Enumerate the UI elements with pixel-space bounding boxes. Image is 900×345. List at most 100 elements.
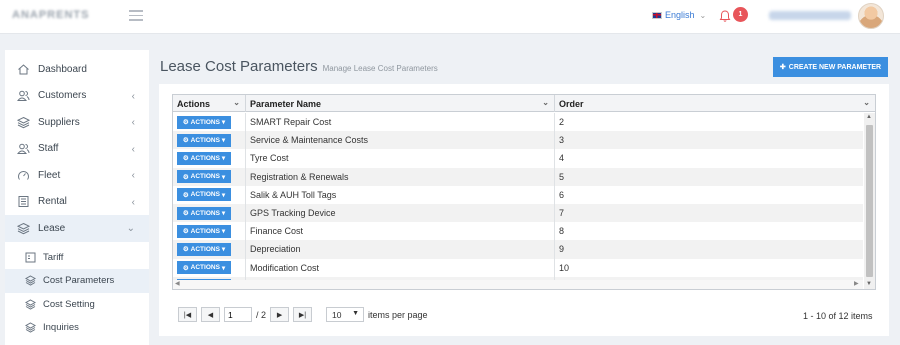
- chevron-left-icon: ‹: [131, 117, 135, 128]
- row-actions-button[interactable]: ⚙ACTIONS▾: [177, 133, 231, 147]
- table-row[interactable]: ⚙ ACTIONS ▾ Registration & Renewals 5: [173, 167, 863, 186]
- actions-cell: ⚙ACTIONS▾: [173, 258, 246, 277]
- row-actions-button[interactable]: ⚙ACTIONS▾: [177, 151, 231, 165]
- column-menu-icon[interactable]: ⌄: [542, 98, 549, 107]
- avatar[interactable]: [858, 3, 884, 29]
- sidebar-subitem-inquiries[interactable]: Inquiries: [5, 316, 149, 340]
- sidebar-subitem-tariff[interactable]: Tariff: [5, 246, 149, 270]
- uk-flag-icon: [652, 11, 662, 19]
- order-cell: 4: [559, 153, 565, 164]
- prev-page-button[interactable]: ◀: [201, 307, 220, 322]
- sidebar-item-staff[interactable]: Staff ‹: [5, 136, 149, 163]
- gear-icon: ⚙: [182, 137, 189, 145]
- table-row[interactable]: ⚙ ACTIONS ▾ Modification Cost 10: [173, 258, 863, 277]
- scroll-up-icon[interactable]: ▲: [866, 114, 872, 120]
- sidebar-item-dashboard[interactable]: Dashboard: [5, 56, 149, 83]
- parameter-name-cell: Service & Maintenance Costs: [246, 131, 555, 150]
- table-row[interactable]: ⚙ ACTIONS ▾ Depreciation 9: [173, 240, 863, 259]
- sidebar-item-suppliers[interactable]: Suppliers ‹: [5, 109, 149, 136]
- chevron-down-icon: ▼: [352, 310, 360, 317]
- app-logo[interactable]: ANAPRENTS: [12, 9, 88, 23]
- row-actions-button[interactable]: ⚙ACTIONS▾: [177, 170, 231, 184]
- column-menu-icon[interactable]: ⌄: [863, 98, 870, 107]
- page-number-input[interactable]: [224, 307, 252, 322]
- parameter-name-cell: Depreciation: [246, 240, 555, 259]
- last-page-button[interactable]: ▶|: [293, 307, 313, 322]
- pager: |◀ ◀ / 2 ▶ ▶| 10 ▼ items per page: [178, 307, 428, 322]
- order-cell: 9: [559, 244, 565, 255]
- sidebar-subitem-label: Tariff: [43, 251, 64, 263]
- column-menu-icon[interactable]: ⌄: [233, 98, 240, 107]
- sidebar-subitem-label: Cost Setting: [43, 298, 95, 310]
- page-header: Lease Cost Parameters Manage Lease Cost …: [160, 58, 438, 75]
- gear-icon: ⚙: [182, 191, 189, 199]
- sidebar-item-rental[interactable]: Rental ‹: [5, 189, 149, 216]
- layers-icon: [25, 322, 36, 333]
- create-new-parameter-button[interactable]: ✚ CREATE NEW PARAMETER: [773, 57, 888, 77]
- caret-down-icon: ▾: [221, 228, 226, 236]
- parameter-name-cell: Salik & AUH Toll Tags: [246, 185, 555, 204]
- order-cell: 5: [559, 171, 565, 182]
- table-row[interactable]: ⚙ ACTIONS ▾ Finance Cost 8: [173, 222, 863, 241]
- sidebar-item-customers[interactable]: Customers ‹: [5, 83, 149, 110]
- table-row[interactable]: ⚙ ACTIONS ▾ Tyre Cost 4: [173, 149, 863, 168]
- pager-info: 1 - 10 of 12 items: [803, 311, 873, 321]
- scrollbar-thumb[interactable]: [866, 125, 873, 277]
- row-actions-button[interactable]: ⚙ACTIONS▾: [177, 242, 231, 256]
- order-cell: 3: [559, 135, 565, 146]
- column-header-actions[interactable]: Actions ⌄: [173, 95, 246, 112]
- per-page-label: items per page: [368, 309, 428, 320]
- sidebar: Dashboard Customers ‹ Suppliers ‹ Staff …: [5, 50, 149, 345]
- chevron-left-icon: ‹: [131, 143, 135, 155]
- user-name[interactable]: [769, 11, 851, 20]
- table-row[interactable]: ⚙ ACTIONS ▾ GPS Tracking Device 7: [173, 203, 863, 223]
- gear-icon: ⚙: [182, 210, 189, 218]
- vertical-scrollbar[interactable]: ▲ ▼: [864, 113, 875, 289]
- order-cell: 10: [559, 262, 570, 273]
- table-row[interactable]: ⚙ ACTIONS ▾ SMART Repair Cost 2: [173, 113, 863, 132]
- gear-icon: ⚙: [182, 228, 189, 236]
- bell-icon[interactable]: [718, 9, 732, 23]
- sidebar-subitem-cost-parameters[interactable]: Cost Parameters: [5, 269, 149, 293]
- caret-down-icon: ▾: [221, 119, 226, 127]
- chevron-left-icon: ‹: [131, 170, 135, 181]
- actions-cell: ⚙ACTIONS▾: [173, 222, 246, 241]
- layers-icon: [25, 299, 36, 310]
- sidebar-item-label: Lease: [38, 222, 66, 234]
- chevron-down-icon: ⌄: [126, 223, 135, 234]
- sidebar-item-label: Rental: [38, 196, 67, 208]
- sidebar-item-fleet[interactable]: Fleet ‹: [5, 162, 149, 189]
- sidebar-subitem-cost-setting[interactable]: Cost Setting: [5, 293, 149, 317]
- grid-body: ⚙ ACTIONS ▾ SMART Repair Cost 2 ⚙ ACTIONS ▾ Serv…: [173, 113, 863, 289]
- language-selector[interactable]: English ⌄: [652, 10, 706, 20]
- table-row[interactable]: ⚙ ACTIONS ▾ Service & Maintenance Costs 3: [173, 131, 863, 150]
- grid-header: Actions ⌄ Parameter Name ⌄ Order ⌄: [173, 95, 875, 112]
- column-header-order[interactable]: Order ⌄: [555, 95, 875, 112]
- next-page-button[interactable]: ▶: [270, 307, 290, 322]
- row-actions-button[interactable]: ⚙ACTIONS▾: [177, 261, 231, 275]
- gauge-icon: [18, 170, 29, 180]
- gear-icon: ⚙: [182, 246, 189, 254]
- row-actions-button[interactable]: ⚙ACTIONS▾: [177, 115, 231, 129]
- row-actions-button[interactable]: ⚙ACTIONS▾: [177, 188, 231, 202]
- scroll-right-icon[interactable]: ▶: [854, 280, 859, 287]
- first-page-button[interactable]: |◀: [178, 307, 197, 322]
- row-actions-button[interactable]: ⚙ACTIONS▾: [177, 206, 231, 220]
- sidebar-item-label: Dashboard: [38, 63, 87, 75]
- column-header-parameter-name[interactable]: Parameter Name ⌄: [246, 95, 555, 112]
- parameter-name-cell: Modification Cost: [246, 258, 555, 277]
- horizontal-scrollbar[interactable]: ◀ ▶: [173, 280, 863, 289]
- row-actions-button[interactable]: ⚙ACTIONS▾: [177, 224, 231, 238]
- sidebar-item-label: Suppliers: [38, 116, 80, 128]
- plus-icon: ✚: [779, 64, 786, 71]
- caret-down-icon: ▾: [221, 137, 226, 145]
- table-row[interactable]: ⚙ ACTIONS ▾ Salik & AUH Toll Tags 6: [173, 185, 863, 204]
- sidebar-item-lease[interactable]: Lease ⌄: [5, 215, 149, 242]
- layers-icon: [17, 222, 30, 235]
- page-size-select[interactable]: 10 ▼: [326, 307, 365, 322]
- actions-cell: ⚙ACTIONS▾: [173, 131, 246, 150]
- scroll-down-icon[interactable]: ▼: [866, 281, 872, 287]
- menu-toggle-icon[interactable]: [129, 10, 143, 22]
- caret-down-icon: ▾: [221, 173, 226, 181]
- scroll-left-icon[interactable]: ◀: [175, 280, 180, 287]
